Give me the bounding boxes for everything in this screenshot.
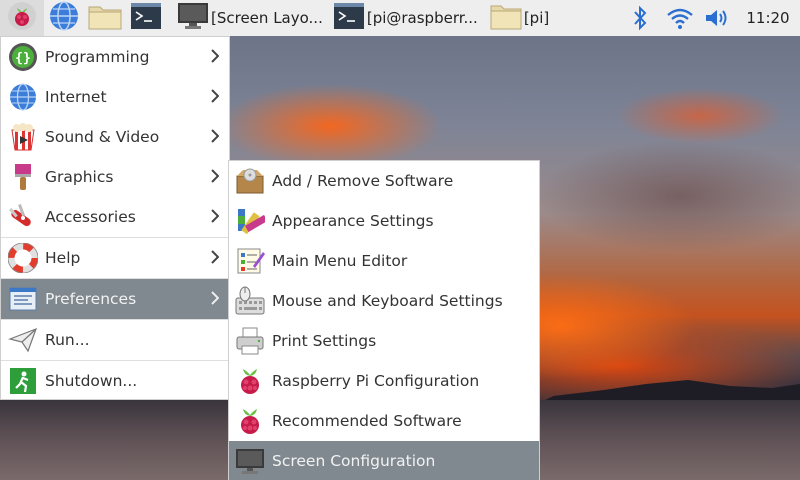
menu-item-label: Appearance Settings xyxy=(272,212,434,230)
menu-item-raspberry-pi-configuration[interactable]: Raspberry Pi Configuration xyxy=(229,361,539,401)
menu-button[interactable] xyxy=(0,0,44,36)
raspberry-icon xyxy=(234,365,266,397)
file-manager-launcher[interactable] xyxy=(84,0,126,36)
file-manager-icon xyxy=(88,1,122,35)
menu-item-label: Help xyxy=(45,249,81,267)
menu-item-label: Run... xyxy=(45,331,90,349)
globe-icon xyxy=(7,81,39,113)
paper-plane-icon xyxy=(7,324,39,356)
raspberry-icon xyxy=(234,405,266,437)
exit-icon xyxy=(7,365,39,397)
menu-item-shutdown[interactable]: Shutdown... xyxy=(1,361,229,401)
accessories-icon xyxy=(7,201,39,233)
task-label: [pi@raspberr... xyxy=(366,9,478,27)
terminal-icon xyxy=(333,2,365,34)
bluetooth-icon[interactable] xyxy=(620,5,660,31)
preferences-submenu: Add / Remove Software Appearance Setting… xyxy=(228,160,540,480)
menu-item-label: Mouse and Keyboard Settings xyxy=(272,292,503,310)
lifebuoy-icon xyxy=(7,242,39,274)
menu-item-print-settings[interactable]: Print Settings xyxy=(229,321,539,361)
menu-item-label: Raspberry Pi Configuration xyxy=(272,372,480,390)
chevron-right-icon xyxy=(211,250,219,264)
folder-icon xyxy=(490,2,522,34)
menu-item-internet[interactable]: Internet xyxy=(1,77,229,117)
menu-item-programming[interactable]: {} Programming xyxy=(1,37,229,77)
menu-item-label: Preferences xyxy=(45,290,137,308)
mouse-keyboard-icon xyxy=(234,285,266,317)
menu-item-label: Sound & Video xyxy=(45,128,160,146)
taskbar: [Screen Layo... [pi@raspberr... [pi] 11:… xyxy=(0,0,800,36)
menu-item-main-menu-editor[interactable]: Main Menu Editor xyxy=(229,241,539,281)
appearance-icon xyxy=(234,205,266,237)
raspberry-icon xyxy=(7,1,37,35)
menu-item-sound-video[interactable]: Sound & Video xyxy=(1,117,229,157)
menu-item-label: Print Settings xyxy=(272,332,377,350)
task-screen-layout[interactable]: [Screen Layo... xyxy=(174,0,326,36)
menu-item-help[interactable]: Help xyxy=(1,238,229,278)
chevron-right-icon xyxy=(211,291,219,305)
chevron-right-icon xyxy=(211,49,219,63)
wifi-icon[interactable] xyxy=(660,6,700,30)
chevron-right-icon xyxy=(211,169,219,183)
menu-item-label: Shutdown... xyxy=(45,372,138,390)
monitor-icon xyxy=(234,445,266,477)
paintbrush-icon xyxy=(7,161,39,193)
menu-item-preferences[interactable]: Preferences xyxy=(1,279,229,319)
menu-item-label: Programming xyxy=(45,48,150,66)
menu-item-screen-configuration[interactable]: Screen Configuration xyxy=(229,441,539,480)
web-browser-icon xyxy=(48,0,80,36)
web-browser-launcher[interactable] xyxy=(44,0,84,36)
menu-editor-icon xyxy=(234,245,266,277)
menu-item-label: Recommended Software xyxy=(272,412,462,430)
clock[interactable]: 11:20 xyxy=(736,9,800,27)
printer-icon xyxy=(234,325,266,357)
task-folder-pi[interactable]: [pi] xyxy=(487,0,552,36)
main-menu: {} Programming Internet Sound & Video Gr… xyxy=(0,36,230,400)
menu-item-label: Screen Configuration xyxy=(272,452,436,470)
menu-item-label: Add / Remove Software xyxy=(272,172,454,190)
menu-item-label: Main Menu Editor xyxy=(272,252,408,270)
programming-icon: {} xyxy=(7,41,39,73)
menu-item-label: Graphics xyxy=(45,168,114,186)
task-label: [pi] xyxy=(523,9,550,27)
menu-item-appearance-settings[interactable]: Appearance Settings xyxy=(229,201,539,241)
sound-video-icon xyxy=(7,121,39,153)
menu-item-mouse-keyboard-settings[interactable]: Mouse and Keyboard Settings xyxy=(229,281,539,321)
menu-item-accessories[interactable]: Accessories xyxy=(1,197,229,237)
chevron-right-icon xyxy=(211,89,219,103)
svg-text:{}: {} xyxy=(15,51,31,66)
volume-icon[interactable] xyxy=(700,6,736,30)
task-terminal[interactable]: [pi@raspberr... xyxy=(330,0,481,36)
menu-item-add-remove-software[interactable]: Add / Remove Software xyxy=(229,161,539,201)
chevron-right-icon xyxy=(211,209,219,223)
system-tray: 11:20 xyxy=(620,0,800,36)
preferences-icon xyxy=(7,283,39,315)
terminal-icon xyxy=(130,2,162,34)
menu-item-run[interactable]: Run... xyxy=(1,320,229,360)
menu-item-label: Internet xyxy=(45,88,107,106)
package-icon xyxy=(234,165,266,197)
menu-item-graphics[interactable]: Graphics xyxy=(1,157,229,197)
monitor-icon xyxy=(177,2,209,34)
chevron-right-icon xyxy=(211,129,219,143)
menu-item-recommended-software[interactable]: Recommended Software xyxy=(229,401,539,441)
task-label: [Screen Layo... xyxy=(211,9,323,27)
terminal-launcher[interactable] xyxy=(126,0,166,36)
menu-item-label: Accessories xyxy=(45,208,136,226)
